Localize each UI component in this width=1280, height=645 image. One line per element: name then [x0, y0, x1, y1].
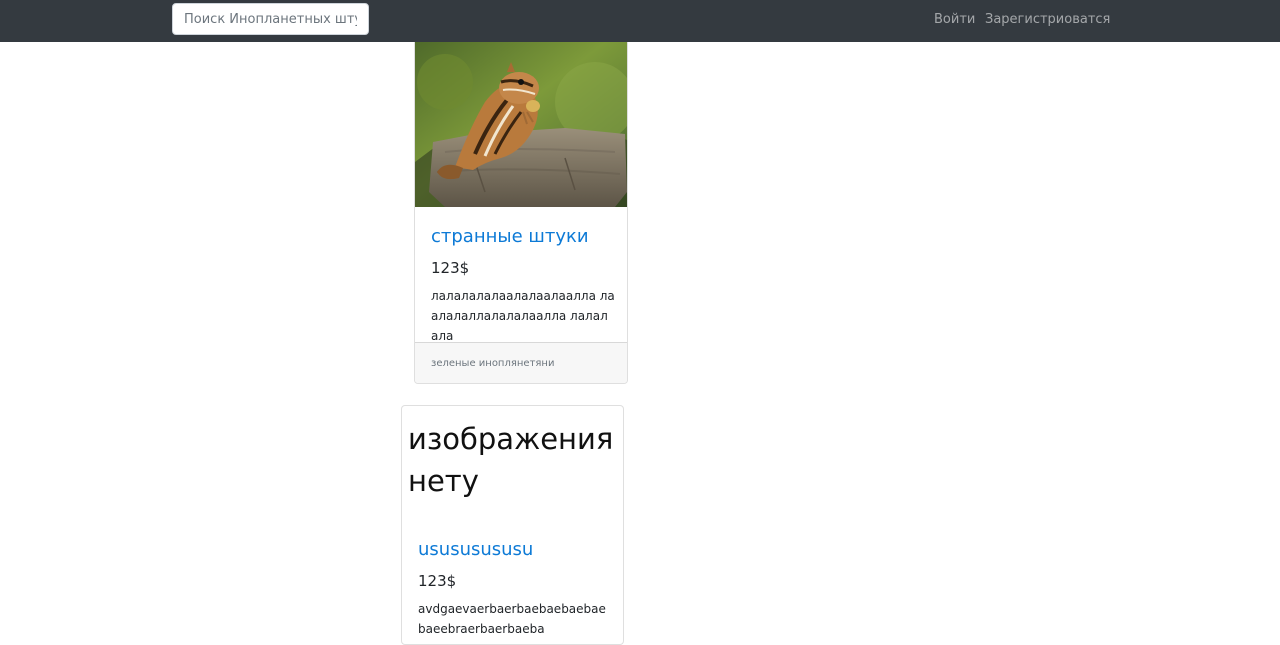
card-title-link[interactable]: странные штуки — [431, 226, 589, 247]
chipmunk-photo[interactable] — [415, 42, 627, 207]
register-link[interactable]: Зарегистриоватся — [985, 12, 1110, 27]
search-input[interactable] — [172, 3, 369, 35]
no-image-placeholder: изображения нету — [408, 422, 614, 498]
card-price: 123$ — [418, 572, 457, 590]
card-price: 123$ — [431, 259, 470, 277]
product-card: странные штуки 123$ лалалалалаалалаалаал… — [414, 42, 628, 384]
login-link[interactable]: Войти — [934, 12, 975, 27]
product-card: изображения нету usususususu 123$ avdgae… — [401, 405, 624, 645]
card-title-link[interactable]: usususususu — [418, 539, 533, 560]
card-description: avdgaevaerbaerbaebaebaebaebaeebraerbaerb… — [418, 602, 606, 636]
top-navbar: Войти Зарегистриоватся — [0, 0, 1280, 42]
card-description: лалалалалаалалаалаалла лаалалаллалалалаа… — [431, 289, 615, 343]
card-footer-category: зеленые иноплянетяни — [415, 342, 627, 383]
